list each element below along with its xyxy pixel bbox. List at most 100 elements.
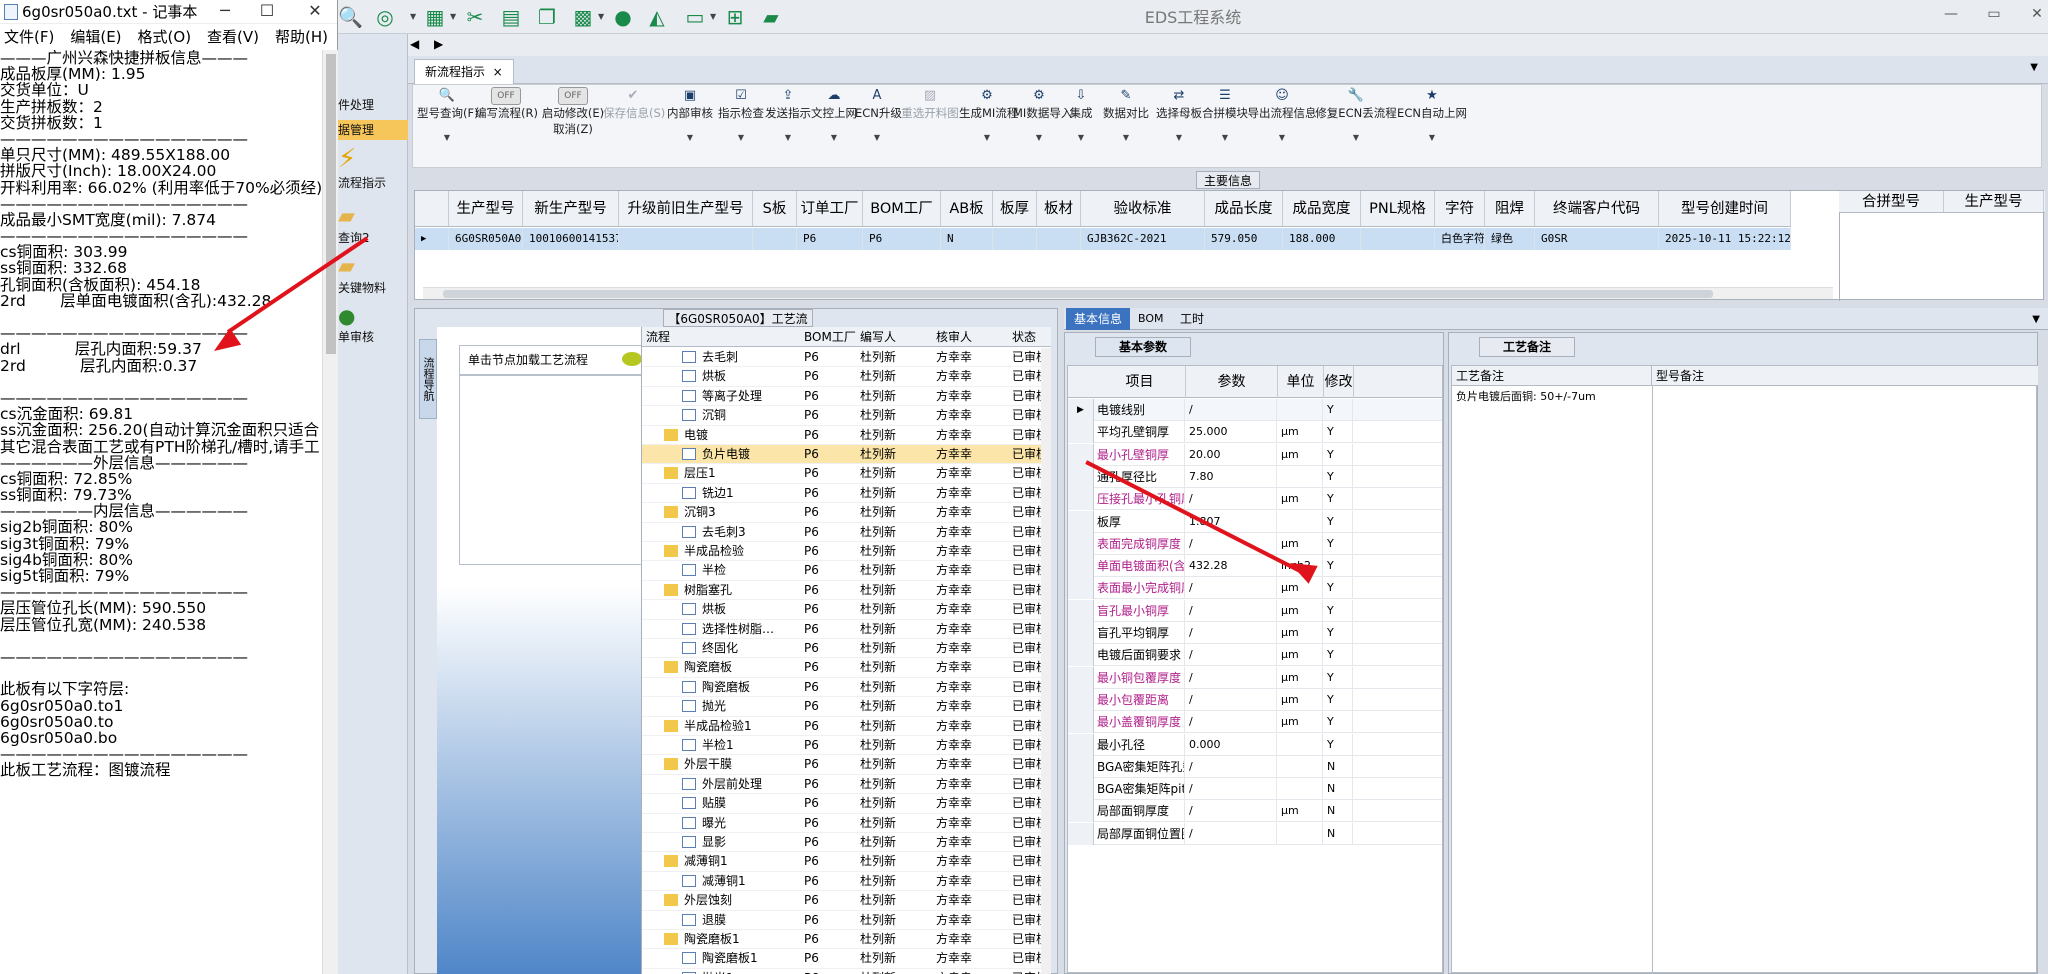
ribbon-button[interactable]: ⚙ MI数据导入 ▼ (1013, 87, 1072, 142)
menu-help[interactable]: 帮助(H) (275, 24, 328, 50)
grid-cell[interactable]: 绿色 (1485, 228, 1535, 250)
params-row[interactable]: BGA密集矩阵pitch/ N (1068, 778, 1442, 801)
tree-node[interactable]: 选择性树脂… P6 杜列新 方幸幸 已审核 (642, 620, 1051, 639)
tree-node[interactable]: 烘板 P6 杜列新 方幸幸 已审核 (642, 600, 1051, 620)
prev-arrow-icon[interactable]: ◀ (410, 37, 419, 51)
tree-node[interactable]: 抛光1P6杜列新方幸幸已审核 (642, 969, 1051, 974)
params-column-header[interactable]: 修改 (1324, 366, 1354, 398)
params-row[interactable]: 最小包覆距离 / μm Y (1068, 688, 1442, 711)
tab-basic-info[interactable]: 基本信息 (1066, 308, 1131, 330)
column-header[interactable]: PNL规格 (1361, 191, 1435, 226)
row-selector-icon[interactable] (1068, 465, 1094, 488)
chevron-down-icon[interactable]: ▼ (665, 133, 715, 142)
column-header[interactable]: 成品宽度 (1283, 191, 1361, 226)
row-selector-icon[interactable] (1068, 532, 1094, 555)
column-header[interactable]: 成品长度 (1205, 191, 1283, 226)
column-header[interactable]: 生产型号 (449, 191, 523, 226)
row-selector-icon[interactable] (1068, 577, 1094, 600)
grid-hscrollbar[interactable] (423, 287, 1833, 299)
params-cell-value[interactable]: / (1189, 599, 1277, 622)
chevron-down-icon[interactable]: ▼ (717, 133, 765, 142)
row-selector-icon[interactable] (1068, 555, 1094, 578)
tree-node[interactable]: 减薄铜1 P6 杜列新 方幸幸 已审核 (642, 852, 1051, 872)
minimize-button[interactable]: — (1938, 6, 1964, 22)
column-header[interactable]: AB板 (941, 191, 993, 226)
ribbon-button[interactable]: ⇩ 集成 ▼ (1061, 87, 1101, 142)
tree-column-header[interactable]: 流程 (646, 327, 670, 347)
close-button[interactable]: ✕ (296, 0, 334, 22)
grid-cell[interactable] (1037, 228, 1081, 250)
chevron-down-icon[interactable]: ▼ (1101, 133, 1151, 142)
ribbon-button[interactable]: ▨ 重选开料图 (901, 87, 959, 121)
minimize-button[interactable]: ─ (206, 0, 244, 22)
nav-item[interactable]: ▰ 关键物料 (338, 254, 408, 304)
grid-cell[interactable]: N (941, 228, 993, 250)
column-header[interactable]: S板 (753, 191, 797, 226)
menu-edit[interactable]: 编辑(E) (70, 24, 121, 50)
grid-cell[interactable]: 6G0SR050A0 (449, 228, 523, 250)
nav-item-selected[interactable]: 据管理 (338, 120, 408, 140)
params-cell-value[interactable]: / (1189, 778, 1277, 801)
column-header[interactable]: 升级前旧生产型号 (619, 191, 753, 226)
chevron-down-icon[interactable]: ▼ (1153, 133, 1205, 142)
grid-cell[interactable] (619, 228, 753, 250)
tree-node[interactable]: 贴膜 P6 杜列新 方幸幸 已审核 (642, 794, 1051, 814)
row-selector-icon[interactable] (1068, 622, 1094, 644)
params-row[interactable]: 板厚1.807Y (1068, 510, 1442, 533)
tree-node[interactable]: 负片电镀 P6 杜列新 方幸幸 已审核 (642, 445, 1051, 465)
row-selector-icon[interactable] (1068, 755, 1094, 778)
params-cell-value[interactable]: 432.28 (1189, 555, 1277, 578)
grid-cell[interactable]: 188.000 (1283, 228, 1361, 250)
grid-cell[interactable]: 579.050 (1205, 228, 1283, 250)
tree-node[interactable]: 去毛刺3 P6 杜列新 方幸幸 已审核 (642, 523, 1051, 542)
params-row[interactable]: 压接孔最小孔铜厚 / μm Y (1068, 488, 1442, 511)
tree-column-header[interactable]: 编写人 (860, 327, 896, 347)
menu-file[interactable]: 文件(F) (4, 24, 54, 50)
params-cell-value[interactable]: / (1189, 399, 1277, 421)
params-cell-value[interactable]: / (1189, 755, 1277, 778)
params-row[interactable]: 盲孔最小铜厚 / μm Y (1068, 599, 1442, 622)
row-selector-icon[interactable] (1068, 822, 1094, 845)
tree-node[interactable]: 烘板 P6 杜列新 方幸幸 已审核 (642, 367, 1051, 387)
tree-node[interactable]: 沉铜 P6 杜列新 方幸幸 已审核 (642, 406, 1051, 426)
params-row[interactable]: 表面最小完成铜厚 / μm Y (1068, 577, 1442, 600)
ribbon-button[interactable]: ★ ECN自动上网 ▼ (1397, 87, 1467, 142)
tree-column-header[interactable]: BOM工厂 (804, 327, 856, 347)
notepad-text-area[interactable]: ———广州兴森快捷拼板信息——— 成品板厚(MM): 1.95 交货单位：U 生产拼板… (0, 50, 322, 974)
column-header[interactable]: 型号创建时间 (1659, 191, 1791, 226)
tree-node[interactable]: 曝光 P6 杜列新 方幸幸 已审核 (642, 814, 1051, 833)
params-cell-value[interactable]: / (1189, 666, 1277, 689)
tree-column-header[interactable]: 核审人 (936, 327, 972, 347)
row-selector-icon[interactable] (1068, 510, 1094, 533)
grid-cell[interactable]: G0SR (1535, 228, 1659, 250)
row-selector-icon[interactable] (1068, 666, 1094, 689)
grid-cell[interactable] (753, 228, 797, 250)
tree-node[interactable]: 抛光 P6 杜列新 方幸幸 已审核 (642, 697, 1051, 717)
row-selector-icon[interactable] (1068, 733, 1094, 756)
ribbon-button[interactable]: ☑ 指示检查 ▼ (717, 87, 765, 142)
tree-node[interactable]: 外层干膜 P6 杜列新 方幸幸 已审核 (642, 755, 1051, 775)
tree-node[interactable]: 终固化 P6 杜列新 方幸幸 已审核 (642, 639, 1051, 659)
nav-item[interactable]: ⚡ 流程指示 (338, 144, 408, 204)
tree-node[interactable]: 陶瓷磨板1 P6 杜列新 方幸幸 已审核 (642, 949, 1051, 969)
params-row[interactable]: 最小孔壁铜厚 20.00 μm Y (1068, 443, 1442, 466)
chevron-down-icon[interactable]: ▼ (1201, 133, 1249, 142)
ribbon-button[interactable]: ▣ 内部审核 ▼ (665, 87, 715, 142)
chevron-down-icon[interactable]: ▼ (763, 133, 813, 142)
next-arrow-icon[interactable]: ▶ (434, 37, 443, 51)
column-header[interactable]: 新生产型号 (523, 191, 619, 226)
row-selector-icon[interactable] (1068, 421, 1094, 444)
params-row[interactable]: BGA密集矩阵孔数 / N (1068, 755, 1442, 778)
tree-node[interactable]: 陶瓷磨板 P6 杜列新 方幸幸 已审核 (642, 678, 1051, 698)
params-cell-value[interactable]: / (1189, 622, 1277, 644)
chevron-down-icon[interactable]: ▼ (417, 133, 477, 142)
row-selector-icon[interactable] (1068, 711, 1094, 734)
row-selector-icon[interactable] (1068, 644, 1094, 667)
params-row[interactable]: 局部面铜厚度 / μm N (1068, 800, 1442, 823)
chevron-down-icon[interactable]: ▼ (855, 133, 899, 142)
params-row[interactable]: 盲孔平均铜厚 / μm Y (1068, 622, 1442, 644)
tree-node[interactable]: 半检1 P6 杜列新 方幸幸 已审核 (642, 736, 1051, 756)
process-note-text[interactable]: 负片电镀后面铜: 50+/-7um (1456, 388, 1596, 404)
tree-node[interactable]: 去毛刺 P6 杜列新 方幸幸 已审核 (642, 348, 1051, 368)
column-header[interactable]: 终端客户代码 (1535, 191, 1659, 226)
